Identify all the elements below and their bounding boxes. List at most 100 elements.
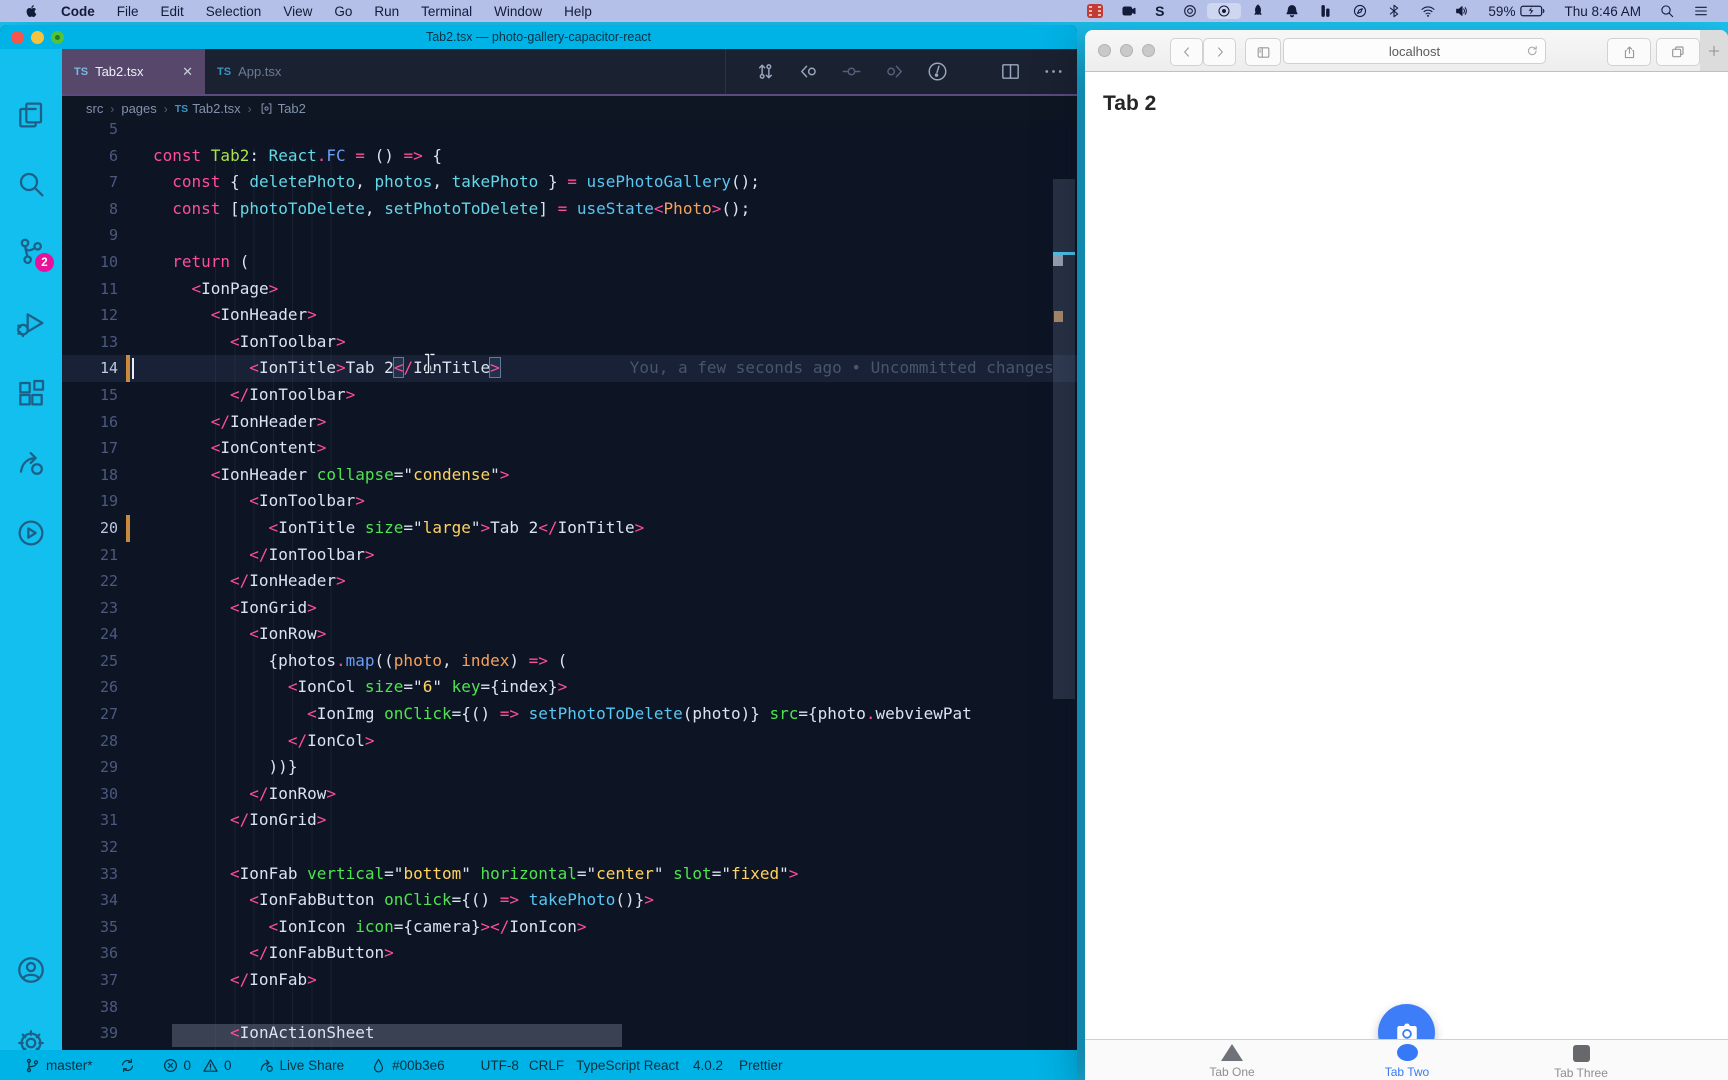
rocket-icon[interactable] [1241, 3, 1275, 19]
code-line-18[interactable]: 18 <IonHeader collapse="condense"> [62, 462, 1077, 489]
code-line-39[interactable]: 39 <IonActionSheet [62, 1020, 1077, 1047]
previous-change-icon[interactable] [797, 60, 820, 83]
menu-item-help[interactable]: Help [553, 4, 603, 19]
code-line-29[interactable]: 29))} [62, 754, 1077, 781]
code-line-8[interactable]: 8 const [photoToDelete, setPhotoToDelete]… [62, 196, 1077, 223]
share-button[interactable] [1607, 38, 1651, 66]
tab-one-button[interactable]: Tab One [1187, 1044, 1277, 1079]
code-line-37[interactable]: 37 </IonFab> [62, 967, 1077, 994]
code-line-30[interactable]: 30 </IonRow> [62, 781, 1077, 808]
breadcrumb-item-tab2[interactable]: Tab2 [278, 101, 306, 116]
code-editor[interactable]: 5 6 const Tab2: React.FC = () => {7 const {… [62, 121, 1077, 1050]
back-button[interactable] [1170, 38, 1203, 66]
code-line-28[interactable]: 28 </IonCol> [62, 728, 1077, 755]
code-line-9[interactable]: 9 [62, 222, 1077, 249]
breadcrumb-item-pages[interactable]: pages [121, 101, 156, 116]
menu-item-run[interactable]: Run [363, 4, 410, 19]
sidebar-account-icon[interactable] [15, 954, 47, 986]
close-window-button[interactable] [1098, 44, 1111, 57]
show-all-tabs-button[interactable] [1656, 38, 1700, 66]
status-sync[interactable] [119, 1057, 136, 1074]
sidebar-live-share-icon[interactable] [15, 447, 47, 479]
meter-icon[interactable] [1309, 3, 1343, 19]
split-editor-icon[interactable] [999, 60, 1022, 83]
screen-record-icon[interactable] [1207, 3, 1242, 19]
code-line-7[interactable]: 7 const { deletePhoto, photos, takePhoto … [62, 169, 1077, 196]
tab-three-button[interactable]: Tab Three [1536, 1044, 1626, 1080]
code-line-20[interactable]: 20 <IonTitle size="large">Tab 2</IonTitle… [62, 514, 1077, 542]
zoom-window-button[interactable] [51, 30, 64, 44]
vertical-scrollbar[interactable] [1053, 179, 1075, 699]
code-line-11[interactable]: 11 <IonPage> [62, 276, 1077, 303]
status-eol[interactable]: CRLF [529, 1058, 564, 1073]
menu-item-go[interactable]: Go [323, 4, 363, 19]
screen-camera-icon[interactable] [1112, 3, 1146, 19]
minimize-window-button[interactable] [1120, 44, 1133, 57]
reload-icon[interactable] [1526, 45, 1539, 58]
menu-item-selection[interactable]: Selection [195, 4, 273, 19]
s-logo-icon[interactable]: S [1146, 3, 1173, 19]
code-line-12[interactable]: 12 <IonHeader> [62, 302, 1077, 329]
change-icon[interactable] [840, 60, 863, 83]
status-language[interactable]: TypeScript React [576, 1058, 679, 1073]
bell-icon[interactable] [1275, 3, 1309, 19]
code-line-14[interactable]: 14 <IonTitle>Tab 2</IonTitle> You, a few s… [62, 355, 1077, 382]
menu-item-edit[interactable]: Edit [150, 4, 195, 19]
code-line-25[interactable]: 25 {photos.map((photo, index) => ( [62, 648, 1077, 675]
code-line-10[interactable]: 10 return ( [62, 249, 1077, 276]
more-actions-icon[interactable] [1042, 60, 1065, 83]
sidebar-search-icon[interactable] [15, 168, 47, 200]
code-line-19[interactable]: 19 <IonToolbar> [62, 488, 1077, 515]
code-line-35[interactable]: 35 <IonIcon icon={camera}></IonIcon> [62, 914, 1077, 941]
apple-menu-icon[interactable] [14, 3, 50, 19]
sidebar-source-control-icon[interactable]: 2 [15, 235, 54, 272]
sidebar-toggle-button[interactable] [1245, 38, 1281, 66]
code-line-13[interactable]: 13 <IonToolbar> [62, 329, 1077, 356]
next-change-icon[interactable] [883, 60, 906, 83]
status-branch[interactable]: master* [24, 1057, 93, 1074]
code-line-26[interactable]: 26 <IonCol size="6" key={index}> [62, 674, 1077, 701]
menu-app-name[interactable]: Code [50, 4, 106, 19]
new-tab-button[interactable] [1700, 30, 1728, 71]
code-line-33[interactable]: 33 <IonFab vertical="bottom" horizontal="… [62, 861, 1077, 888]
sidebar-explorer-icon[interactable] [15, 99, 47, 131]
code-line-22[interactable]: 22 </IonHeader> [62, 568, 1077, 595]
code-line-24[interactable]: 24 <IonRow> [62, 621, 1077, 648]
disc-icon[interactable] [1173, 3, 1207, 19]
notification-center-icon[interactable] [1684, 3, 1718, 19]
close-window-button[interactable] [11, 30, 24, 44]
code-line-21[interactable]: 21 </IonToolbar> [62, 542, 1077, 569]
breadcrumb-item-tab2.tsx[interactable]: Tab2.tsx [192, 101, 240, 116]
code-line-27[interactable]: 27 <IonImg onClick={() => setPhotoToDelet… [62, 701, 1077, 728]
code-line-38[interactable]: 38 [62, 994, 1077, 1021]
code-line-6[interactable]: 6 const Tab2: React.FC = () => { [62, 143, 1077, 170]
code-line-32[interactable]: 32 [62, 834, 1077, 861]
zoom-window-button[interactable] [1142, 44, 1155, 57]
status-version[interactable]: 4.0.2 [693, 1058, 723, 1073]
code-line-5[interactable]: 5 [62, 121, 1077, 143]
spotlight-icon[interactable] [1650, 3, 1684, 19]
compass-icon[interactable] [1343, 3, 1377, 19]
run-commit-icon[interactable] [926, 60, 949, 83]
code-line-15[interactable]: 15 </IonToolbar> [62, 382, 1077, 409]
sidebar-run-debug-icon[interactable] [15, 307, 47, 339]
status-live-share[interactable]: Live Share [258, 1057, 344, 1074]
tab-tab2-tsx[interactable]: TS Tab2.tsx ✕ [62, 49, 205, 94]
address-bar[interactable]: localhost [1283, 38, 1546, 64]
breadcrumb[interactable]: src › pages › TS Tab2.tsx › Tab2 [62, 96, 1077, 121]
code-line-36[interactable]: 36 </IonFabButton> [62, 940, 1077, 967]
code-line-31[interactable]: 31 </IonGrid> [62, 807, 1077, 834]
sidebar-test-icon[interactable] [15, 517, 47, 549]
bluetooth-icon[interactable] [1377, 3, 1411, 19]
menu-item-window[interactable]: Window [483, 4, 553, 19]
compare-changes-icon[interactable] [754, 60, 777, 83]
forward-button[interactable] [1203, 38, 1236, 66]
status-formatter[interactable]: Prettier [739, 1058, 783, 1073]
status-encoding[interactable]: UTF-8 [481, 1058, 519, 1073]
wifi-icon[interactable] [1411, 3, 1445, 19]
code-line-17[interactable]: 17 <IonContent> [62, 435, 1077, 462]
close-tab-icon[interactable]: ✕ [182, 64, 193, 80]
code-line-34[interactable]: 34 <IonFabButton onClick={() => takePhoto… [62, 887, 1077, 914]
minimize-window-button[interactable] [31, 30, 44, 44]
menu-item-view[interactable]: View [272, 4, 323, 19]
